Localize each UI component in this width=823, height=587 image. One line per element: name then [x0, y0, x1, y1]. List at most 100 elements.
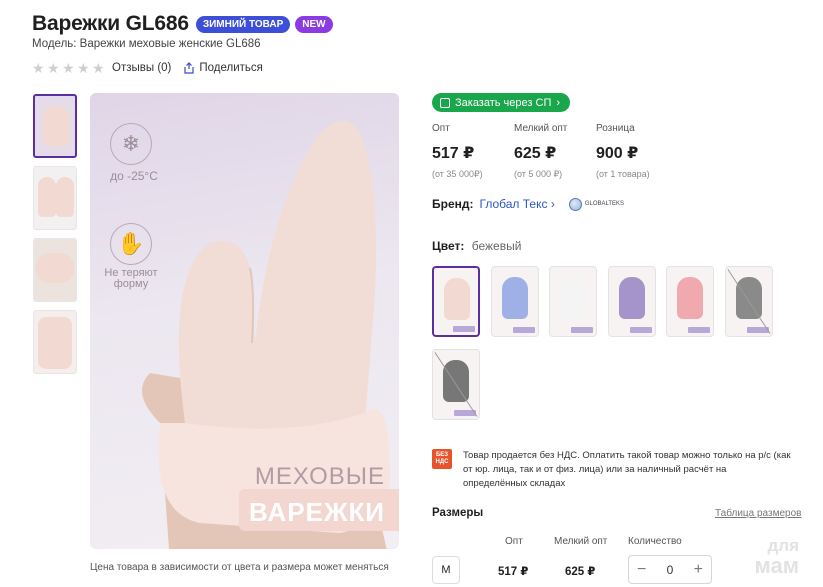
new-badge: NEW: [295, 15, 333, 33]
color-swatch[interactable]: [666, 266, 714, 337]
thumbnail-3[interactable]: [33, 238, 77, 302]
page-title: Варежки GL686: [32, 12, 189, 35]
price-label: Опт: [432, 123, 450, 134]
price-opt: Опт 517 ₽ (от 35 000₽): [432, 123, 514, 180]
minus-button[interactable]: −: [637, 561, 646, 578]
model-text: Модель: Варежки меховые женские GL686: [32, 38, 261, 50]
temperature-text: до -25°C: [110, 169, 158, 183]
mitten-image: [38, 317, 72, 369]
price-note: (от 35 000₽): [432, 169, 483, 179]
brand-logo[interactable]: GLOBALTEKS: [568, 197, 625, 211]
mitten-image: [444, 278, 470, 320]
brand-link[interactable]: Глобал Текс ›: [480, 197, 555, 211]
no-vat-badge-line2: НДС: [435, 459, 449, 465]
unavailable-cross-icon: [727, 269, 770, 334]
swatch-label-tag: [629, 327, 652, 333]
star-icon: ★: [47, 60, 60, 76]
mitten-image: [38, 177, 56, 217]
mitten-image: [43, 106, 69, 146]
mitten-image: [618, 277, 645, 319]
brand-name: Глобал Текс: [479, 197, 548, 211]
promo-bottom-text: ВАРЕЖКИ: [249, 497, 385, 527]
color-swatch[interactable]: [607, 266, 656, 337]
size-head-qty: Количество: [628, 536, 682, 547]
bag-icon: [440, 97, 450, 108]
thumbnail-1[interactable]: [33, 94, 77, 158]
price-retail: Розница 900 ₽ (от 1 товара): [596, 123, 678, 180]
color-value: бежевый: [471, 239, 522, 253]
main-product-image[interactable]: ❄ до -25°C ✋ Не теряют форму МЕХОВЫЕ ВАР…: [90, 93, 399, 549]
star-icon: ★: [32, 60, 45, 76]
shape-text-line2: форму: [113, 278, 149, 290]
brand-logo-text: GLOBALTEKS: [584, 201, 625, 207]
snowflake-icon: ❄: [110, 123, 152, 165]
winter-badge: ЗИМНИЙ ТОВАР: [195, 15, 291, 33]
swatch-label-tag: [571, 327, 593, 333]
reviews-link[interactable]: Отзывы (0): [112, 62, 171, 74]
color-label: Цвет:: [432, 239, 465, 253]
sizes-title: Размеры: [432, 507, 484, 519]
color-swatch[interactable]: [549, 266, 597, 337]
price-caption: Цена товара в зависимости от цвета и раз…: [90, 562, 389, 573]
promo-top-text: МЕХОВЫЕ: [254, 463, 385, 490]
color-swatch[interactable]: [724, 266, 773, 337]
globe-icon: [568, 197, 582, 211]
share-icon: [184, 62, 194, 74]
mitten-image: [560, 277, 586, 319]
brand-label: Бренд:: [432, 197, 474, 211]
star-icon: ★: [77, 60, 90, 76]
mitten-image: [677, 277, 703, 319]
size-price-opt: 517 ₽: [498, 566, 529, 578]
plus-button[interactable]: +: [694, 561, 703, 578]
price-note: (от 5 000 ₽): [514, 169, 563, 179]
price-note: (от 1 товара): [596, 169, 650, 179]
price-label: Розница: [596, 123, 635, 134]
size-head-small-opt: Мелкий опт: [554, 536, 608, 547]
swatch-label-tag: [688, 327, 710, 333]
quantity-value[interactable]: 0: [667, 563, 674, 577]
brand-row: Бренд: Глобал Текс › GLOBALTEKS: [432, 197, 624, 211]
mitten-image: [56, 177, 74, 217]
price-table: Опт 517 ₽ (от 35 000₽) Мелкий опт 625 ₽ …: [432, 123, 678, 180]
watermark-logo: для мам: [754, 536, 800, 578]
order-button[interactable]: Заказать через СП ›: [432, 93, 571, 112]
star-icon: ★: [62, 60, 75, 76]
order-button-label: Заказать через СП: [455, 96, 552, 109]
price-label: Мелкий опт: [514, 123, 568, 134]
color-swatch[interactable]: [432, 349, 480, 420]
rating-row: ★ ★ ★ ★ ★ Отзывы (0) Поделиться: [32, 61, 263, 75]
no-vat-badge-line1: БЕЗ: [435, 452, 449, 458]
thumbnail-4[interactable]: [33, 310, 77, 374]
share-label: Поделиться: [199, 62, 263, 74]
mitten-image: [501, 277, 528, 319]
size-price-small-opt: 625 ₽: [565, 566, 596, 578]
shape-text: Не теряют форму: [100, 268, 162, 290]
chevron-right-icon: ›: [556, 96, 561, 109]
share-button[interactable]: Поделиться: [183, 62, 263, 74]
unavailable-cross-icon: [434, 352, 478, 417]
chevron-right-icon: ›: [550, 197, 555, 211]
vat-text: Товар продается без НДС. Оплатить такой …: [463, 450, 791, 489]
swatch-label-tag: [453, 326, 475, 332]
no-vat-badge: БЕЗ НДС: [432, 449, 452, 469]
watermark-line2: мам: [754, 553, 800, 578]
color-swatch[interactable]: [432, 266, 480, 337]
mitten-image: [36, 253, 74, 283]
price-value: 517 ₽: [432, 145, 475, 162]
color-swatch[interactable]: [490, 266, 539, 337]
price-value: 625 ₽: [514, 145, 557, 162]
swatch-label-tag: [512, 327, 535, 333]
title-row: Варежки GL686 ЗИМНИЙ ТОВАР NEW: [32, 12, 333, 36]
thumbnail-list: [33, 94, 79, 382]
price-value: 900 ₽: [596, 145, 639, 162]
rating-stars: ★ ★ ★ ★ ★: [32, 61, 106, 75]
color-row: Цвет: бежевый: [432, 239, 521, 253]
glove-icon: ✋: [110, 223, 152, 265]
vat-notice: БЕЗ НДС Товар продается без НДС. Оплатит…: [432, 449, 792, 491]
thumbnail-2[interactable]: [33, 166, 77, 230]
star-icon: ★: [92, 60, 105, 76]
price-small-opt: Мелкий опт 625 ₽ (от 5 000 ₽): [514, 123, 596, 180]
quantity-stepper: − 0 +: [628, 555, 712, 584]
size-button-m[interactable]: M: [432, 556, 460, 584]
size-table-link[interactable]: Таблица размеров: [715, 508, 801, 519]
